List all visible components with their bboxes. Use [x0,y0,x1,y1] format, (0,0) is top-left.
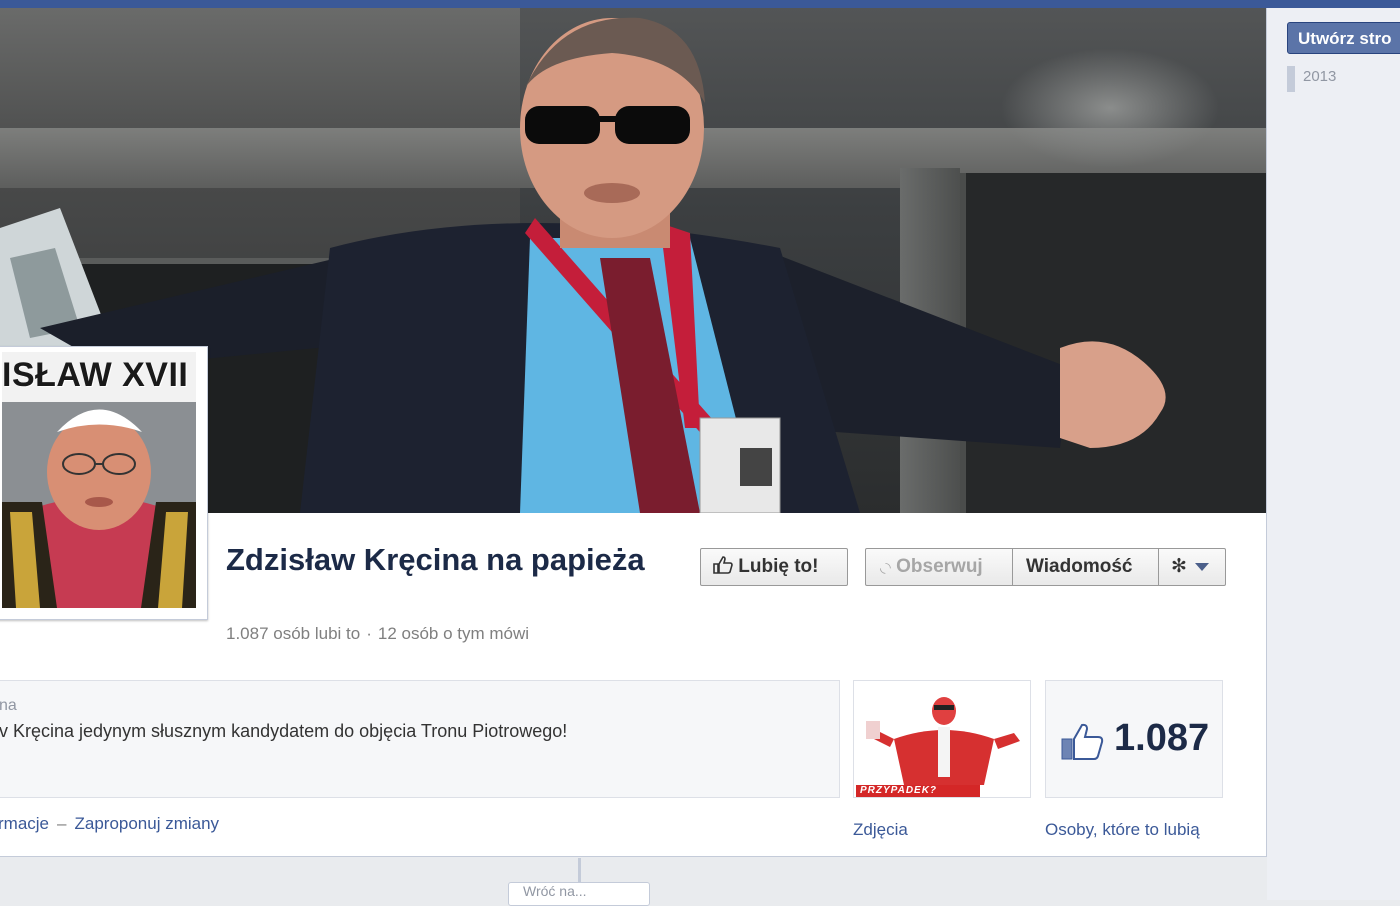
page-stats: 1.087 osób lubi to · 12 osób o tym mówi [226,624,529,644]
create-page-button[interactable]: Utwórz stro [1287,22,1400,54]
gear-icon: ✻ [1171,556,1187,577]
like-button-label: Lubię to! [738,556,819,577]
right-column: Utwórz stro 2013 [1267,8,1400,900]
photos-tile[interactable]: PRZYPADEK? WĄTPIĘ [853,680,1031,798]
page-settings-button[interactable]: ✻ [1158,548,1226,586]
chevron-down-icon [1194,562,1209,571]
year-label[interactable]: 2013 [1303,68,1336,85]
page-main: ISŁAW XVII Zdzisław Kręcina na papieża 1… [0,8,1267,857]
page-category: na [0,697,17,714]
timeline-nav-pill[interactable]: Wróć na... [508,882,650,906]
thumbs-up-icon [713,556,738,577]
about-links-separator: – [57,814,67,833]
likes-tile[interactable]: 1.087 [1045,680,1223,798]
message-button[interactable]: Wiadomość [1012,548,1159,586]
likes-count-text[interactable]: 1.087 osób lubi to [226,624,360,643]
photos-link[interactable]: Zdjęcia [853,820,908,840]
like-button[interactable]: Lubię to! [700,548,848,586]
info-link[interactable]: rmacje [0,814,49,833]
page-actions-group: ◟◝ Obserwuj Wiadomość ✻ [865,548,1226,588]
people-who-like-link[interactable]: Osoby, które to lubią [1045,820,1200,840]
suggest-edits-link[interactable]: Zaproponuj zmiany [74,814,219,833]
message-button-label: Wiadomość [1026,556,1133,577]
about-links: rmacje – Zaproponuj zmiany [0,814,219,834]
about-box: na v Kręcina jedynym słusznym kandydatem… [0,680,840,798]
rss-icon: ◟◝ [880,559,891,575]
page-title: Zdzisław Kręcina na papieża [226,542,645,577]
profile-caption: ISŁAW XVII [2,356,189,394]
talking-about-text[interactable]: 12 osób o tym mówi [378,624,529,643]
page-description: v Kręcina jedynym słusznym kandydatem do… [0,721,568,741]
year-marker [1287,66,1295,92]
likes-count: 1.087 [1114,717,1210,759]
photo-banner-text: PRZYPADEK? WĄTPIĘ [856,785,980,797]
photos-thumbnail [854,681,1030,797]
thumbs-up-icon [1060,721,1106,766]
profile-picture[interactable]: ISŁAW XVII [0,346,208,620]
follow-button-label: Obserwuj [896,556,983,577]
stats-separator: · [366,624,372,643]
follow-button[interactable]: ◟◝ Obserwuj [865,548,1013,586]
